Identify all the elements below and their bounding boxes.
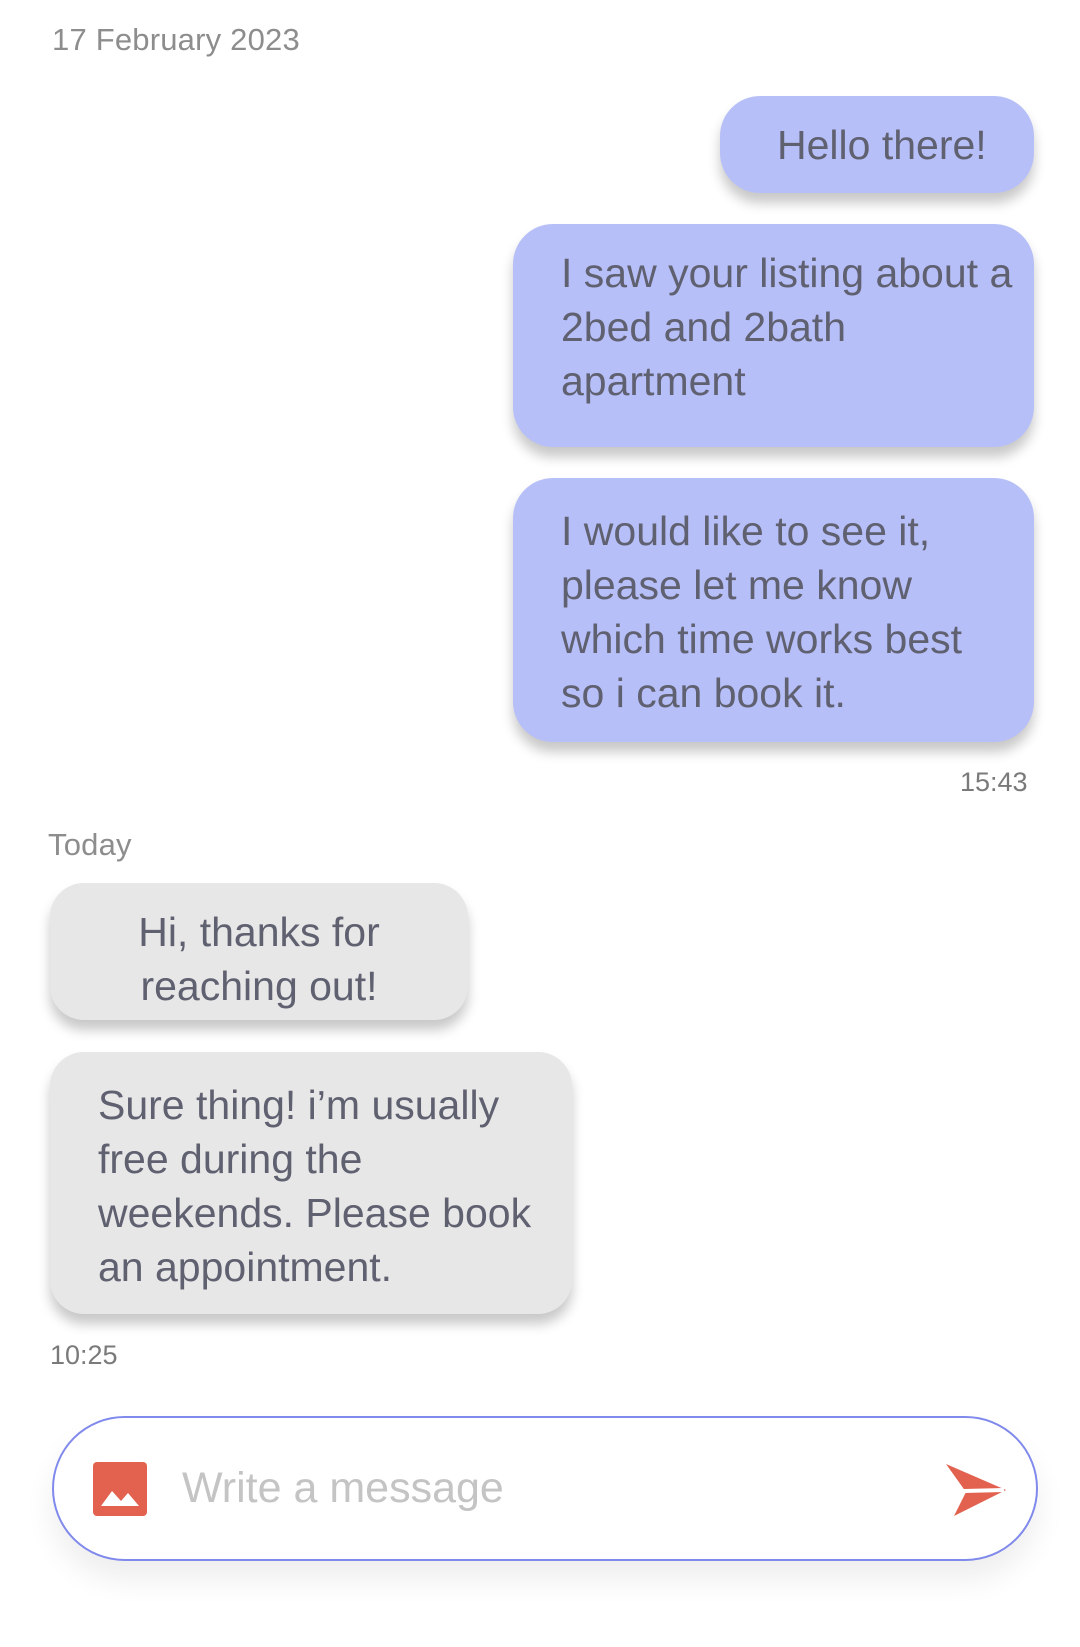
sent-message-bubble[interactable]: I saw your listing about a 2bed and 2bat… — [513, 224, 1034, 447]
image-icon[interactable] — [93, 1462, 147, 1516]
received-message-bubble[interactable]: Hi, thanks for reaching out! — [50, 883, 468, 1020]
send-icon[interactable] — [944, 1458, 1008, 1522]
sent-message-bubble[interactable]: Hello there! — [720, 96, 1034, 193]
message-timestamp: 10:25 — [50, 1340, 118, 1370]
date-separator-earlier: 17 February 2023 — [52, 22, 300, 57]
message-composer — [52, 1416, 1038, 1561]
received-message-bubble[interactable]: Sure thing! i’m usually free during the … — [50, 1052, 572, 1314]
message-input[interactable] — [182, 1448, 862, 1528]
date-separator-today: Today — [48, 827, 132, 862]
message-timestamp: 15:43 — [960, 767, 1028, 797]
sent-message-bubble[interactable]: I would like to see it, please let me kn… — [513, 478, 1034, 742]
